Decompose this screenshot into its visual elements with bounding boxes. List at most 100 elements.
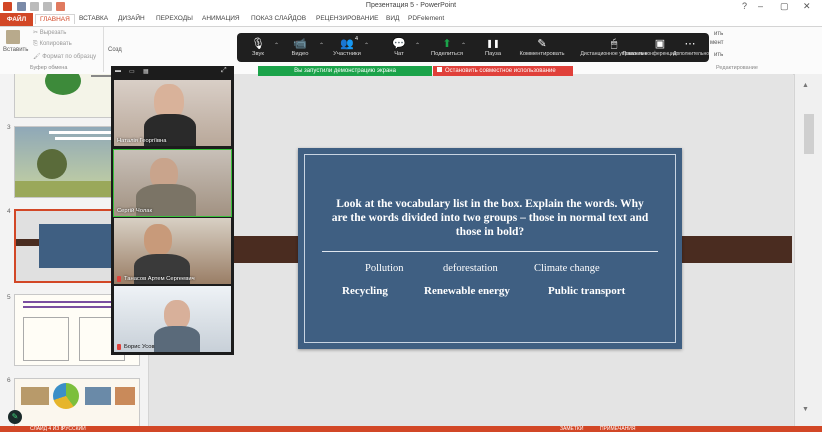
slide-number-4: 4 <box>7 208 11 215</box>
word-renewable-energy: Renewable energy <box>424 285 510 297</box>
chat-icon: 💬 <box>392 38 406 50</box>
tab-design[interactable]: ДИЗАЙН <box>114 14 149 23</box>
minimize-icon[interactable]: – <box>758 1 763 11</box>
share-screen-label: Поделиться <box>430 51 463 57</box>
close-icon[interactable]: ✕ <box>803 1 811 12</box>
chat-button[interactable]: 💬 Чат <box>381 37 417 61</box>
format-painter-button[interactable]: 🖌 Формат по образцу <box>33 53 96 60</box>
copy-button[interactable]: ⎘ Копировать <box>33 41 72 48</box>
annotate-pen-icon: ✎ <box>537 38 547 50</box>
muted-mic-icon <box>117 276 121 282</box>
word-public-transport: Public transport <box>548 285 626 297</box>
audio-button[interactable]: 🎙 Звук <box>239 37 277 61</box>
sharing-status-banner: Вы запустили демонстрацию экрана <box>258 66 432 76</box>
tab-insert[interactable]: ВСТАВКА <box>75 14 112 23</box>
tab-view[interactable]: ВИД <box>382 14 403 23</box>
notes-button[interactable]: ЗАМЕТКИ <box>560 426 583 432</box>
stop-share-button[interactable]: Остановить совместное использование <box>433 66 573 76</box>
pause-icon: ❚❚ <box>486 39 500 48</box>
tab-pdfelement[interactable]: PDFelement <box>404 14 448 23</box>
tab-animations[interactable]: АНИМАЦИЯ <box>198 14 244 23</box>
word-table <box>23 317 69 361</box>
language-indicator[interactable]: РУССКИЙ <box>62 426 86 432</box>
find-button[interactable]: мент <box>710 40 724 46</box>
slide-divider-line <box>322 251 658 252</box>
audio-options-caret-icon[interactable]: ⌃ <box>274 42 279 49</box>
participant-body <box>154 326 200 352</box>
word-climate-change: Climate change <box>534 263 600 274</box>
participant-video-4[interactable]: Борис Усов <box>114 286 231 352</box>
create-slide-button[interactable]: Созд <box>108 47 122 53</box>
replace-button[interactable]: ить <box>714 52 723 58</box>
paste-icon[interactable] <box>6 30 20 44</box>
stop-share-label: Остановить совместное использование <box>445 68 556 74</box>
participants-options-caret-icon[interactable]: ⌃ <box>364 42 369 49</box>
share-screen-button[interactable]: ⬆ Поделиться <box>423 37 471 61</box>
video-options-caret-icon[interactable]: ⌃ <box>319 42 324 49</box>
show-meeting-label: Показать конференцию <box>622 51 678 57</box>
window-title: Презентация 5 - PowerPoint <box>365 2 457 9</box>
photo-image <box>21 387 49 405</box>
annotate-label: Комментировать <box>519 51 565 57</box>
floating-assistant-icon[interactable]: ✎ <box>8 410 22 424</box>
participants-icon: 👥 <box>340 38 354 50</box>
help-icon[interactable]: ? <box>742 1 747 11</box>
photo-image <box>115 387 135 405</box>
participant-video-3[interactable]: Танасов Артем Сергеевич <box>114 218 231 284</box>
stop-icon <box>437 67 442 72</box>
participant-video-2[interactable]: Сергій Чолак <box>113 149 232 217</box>
pie-image <box>53 383 79 409</box>
maximize-icon[interactable]: ▢ <box>780 1 789 12</box>
annotate-button[interactable]: ✎ Комментировать <box>511 37 573 61</box>
current-slide[interactable]: Look at the vocabulary list in the box. … <box>298 148 682 349</box>
video-gallery[interactable]: ▬ ▭ ▦ ⤢ Наталія Георгіївна Сергій Чолак … <box>111 66 234 355</box>
paste-button[interactable]: Вставить <box>3 47 28 53</box>
microphone-icon: 🎙 <box>251 38 265 50</box>
slide-thumbnail-6[interactable] <box>14 378 140 426</box>
gallery-view-icon[interactable]: ▦ <box>143 68 149 75</box>
zoom-toolbar: 🎙 Звук ⌃ 📹 Видео ⌃ 👥 Участники 4 ⌃ 💬 Чат… <box>237 33 709 62</box>
photo-image <box>85 387 111 405</box>
participant-name: Сергій Чолак <box>117 208 152 214</box>
more-button[interactable]: ⋯ Дополнительно <box>673 37 709 61</box>
scroll-up-icon[interactable]: ▲ <box>802 82 809 89</box>
participants-label: Участники <box>333 51 361 57</box>
word-pollution: Pollution <box>365 263 404 274</box>
chat-label: Чат <box>394 51 404 57</box>
audio-label: Звук <box>252 51 264 57</box>
tab-slideshow[interactable]: ПОКАЗ СЛАЙДОВ <box>247 14 310 23</box>
slide-frame <box>304 154 676 343</box>
chat-options-caret-icon[interactable]: ⌃ <box>415 42 420 49</box>
tab-file[interactable]: ФАЙЛ <box>0 13 33 26</box>
scroll-down-icon[interactable]: ▼ <box>802 406 809 413</box>
scroll-thumb[interactable] <box>804 114 814 154</box>
video-camera-icon: 📹 <box>293 38 307 50</box>
cut-label: Вырезать <box>39 30 67 36</box>
single-view-icon[interactable]: ▭ <box>129 68 135 75</box>
tab-transitions[interactable]: ПЕРЕХОДЫ <box>152 14 197 23</box>
comments-button[interactable]: ПРИМЕЧАНИЯ <box>600 426 636 432</box>
word-deforestation: deforestation <box>443 263 498 274</box>
share-options-caret-icon[interactable]: ⌃ <box>461 42 466 49</box>
participant-name: Борис Усов <box>124 344 155 350</box>
select-button[interactable]: ить <box>714 31 723 37</box>
participant-face <box>144 224 172 256</box>
word-recycling: Recycling <box>342 285 388 297</box>
pause-share-button[interactable]: ❚❚ Пауза <box>477 37 509 61</box>
slide-number-3: 3 <box>7 124 11 131</box>
tab-review[interactable]: РЕЦЕНЗИРОВАНИЕ <box>312 14 383 23</box>
pause-label: Пауза <box>484 51 502 57</box>
cut-button[interactable]: ✂ Вырезать <box>33 29 66 36</box>
editing-group-label: Редактирование <box>716 65 758 71</box>
participants-button[interactable]: 👥 Участники <box>325 37 369 61</box>
more-icon: ⋯ <box>684 38 696 50</box>
participant-name: Танасов Артем Сергеевич <box>124 276 195 282</box>
expand-icon[interactable]: ⤢ <box>221 67 227 75</box>
participant-name: Наталія Георгіївна <box>117 138 167 144</box>
tab-home[interactable]: ГЛАВНАЯ <box>35 14 75 24</box>
minimize-gallery-icon[interactable]: ▬ <box>115 68 121 74</box>
participant-video-1[interactable]: Наталія Георгіївна <box>114 80 231 146</box>
video-button[interactable]: 📹 Видео <box>281 37 319 61</box>
slide-number-6: 6 <box>7 377 11 384</box>
vertical-scrollbar[interactable]: ▲ ▼ <box>794 74 822 426</box>
